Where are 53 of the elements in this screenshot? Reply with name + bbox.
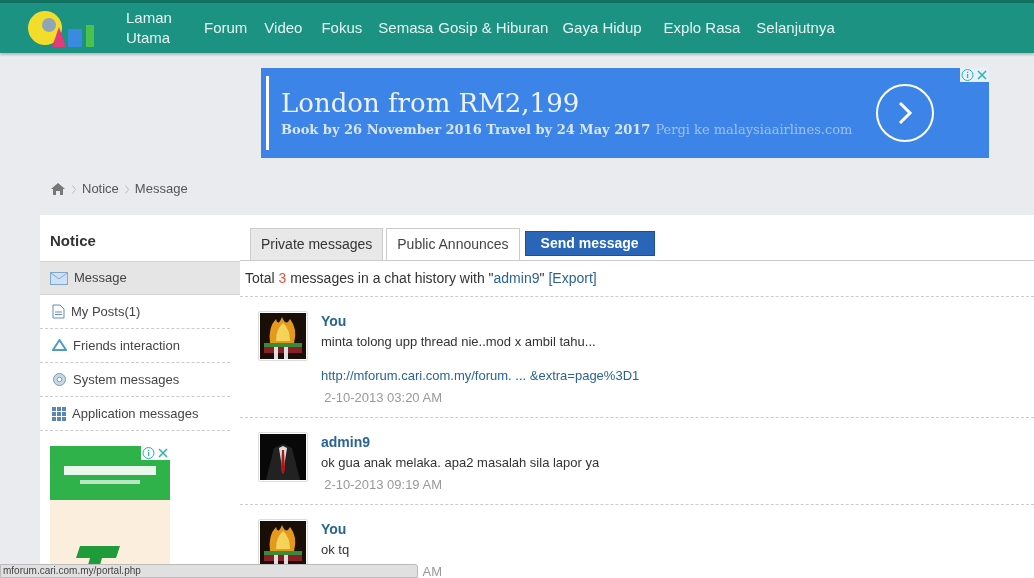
- message-author[interactable]: You: [321, 519, 442, 539]
- chevron-right-icon: [124, 184, 129, 194]
- info-icon[interactable]: [141, 446, 156, 460]
- send-message-button[interactable]: Send message: [524, 231, 655, 256]
- nav-link[interactable]: Gosip & Hiburan: [438, 16, 549, 40]
- message-author[interactable]: You: [321, 311, 640, 331]
- sidebar-item[interactable]: Friends interaction: [40, 329, 230, 363]
- breadcrumb-link[interactable]: Notice: [82, 179, 119, 199]
- message-link[interactable]: http://mforum.cari.com.my/forum. ... &extra=page%3D1: [321, 365, 640, 387]
- document-icon: [52, 304, 65, 319]
- message-text: ok tq: [321, 541, 351, 559]
- home-icon[interactable]: [50, 182, 66, 196]
- nav-link[interactable]: Forum: [204, 16, 248, 40]
- nav-link[interactable]: Laman Utama: [126, 8, 192, 48]
- sidebar-label: Application messages: [72, 404, 199, 423]
- sidebar-label: My Posts(1): [71, 302, 141, 321]
- sidebar-label: Friends interaction: [73, 336, 180, 355]
- ad-details: Book by 26 November 2016 Travel by 24 May 2017: [281, 121, 651, 140]
- message-text: minta tolong upp thread nie..mod x ambil tahu...: [321, 333, 597, 351]
- nav-link[interactable]: Video: [264, 16, 303, 40]
- sidebar-item[interactable]: Message: [40, 261, 240, 295]
- message-time: 2-10-2013 03:20 AM: [323, 389, 442, 407]
- envelope-icon: [50, 271, 68, 285]
- status-url: mforum.cari.com.my/portal.php: [3, 565, 141, 576]
- nav-link[interactable]: Fokus: [321, 16, 363, 40]
- sidebar-item[interactable]: System messages: [40, 363, 230, 397]
- tab[interactable]: Public Announces: [386, 228, 520, 260]
- sidebar-item[interactable]: My Posts(1): [40, 295, 230, 329]
- message-time: AM: [421, 563, 442, 578]
- nav-link[interactable]: Explo Rasa: [663, 16, 741, 40]
- next-button[interactable]: [876, 84, 934, 142]
- tab[interactable]: Private messages: [250, 228, 384, 260]
- settings-icon: [52, 372, 67, 387]
- breadcrumb-link[interactable]: Message: [134, 179, 188, 199]
- sidebar-title: Notice: [49, 231, 97, 251]
- sidebar-label: Message: [74, 269, 127, 288]
- ad-headline: London from RM2,199: [281, 87, 581, 121]
- nav-link[interactable]: Gaya Hidup: [562, 16, 642, 40]
- sidebar-item[interactable]: Application messages: [40, 397, 230, 431]
- chevron-right-icon: [896, 100, 914, 126]
- nav-link[interactable]: Selanjutnya: [756, 16, 835, 40]
- grid-icon: [52, 406, 66, 421]
- info-icon[interactable]: [960, 68, 975, 82]
- sidebar-label: System messages: [73, 370, 180, 389]
- close-icon[interactable]: [156, 446, 170, 460]
- export-link[interactable]: [Export]: [548, 268, 597, 289]
- nav-link[interactable]: Semasa: [378, 16, 434, 40]
- message-text: ok gua anak melaka. apa2 masalah sila lapor ya: [321, 454, 600, 472]
- message-time: 2-10-2013 09:19 AM: [323, 476, 442, 494]
- message-author[interactable]: admin9: [321, 432, 600, 452]
- summary-text: Total 3 messages in a chat history with "admin9": [245, 269, 545, 288]
- chevron-right-icon: [72, 184, 76, 194]
- close-icon[interactable]: [975, 68, 989, 82]
